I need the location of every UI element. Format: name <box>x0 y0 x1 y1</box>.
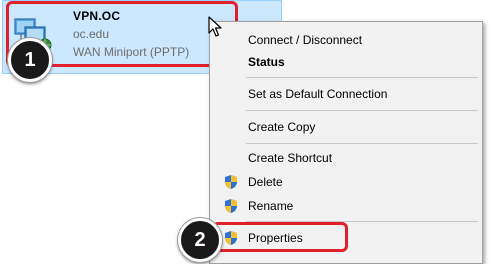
network-connections-window: VPN.OC oc.edu WAN Miniport (PPTP) Connec… <box>0 0 492 264</box>
menu-separator <box>246 110 478 111</box>
uac-shield-icon <box>225 175 237 189</box>
menu-item-rename[interactable]: Rename <box>210 195 482 217</box>
step-2-badge: 2 <box>178 218 222 262</box>
menu-item-label: Status <box>248 55 285 69</box>
menu-separator <box>246 143 478 144</box>
mouse-cursor-icon <box>208 16 222 37</box>
menu-item-label: Rename <box>248 199 294 213</box>
step-1-badge: 1 <box>8 38 52 82</box>
uac-shield-icon <box>225 199 237 213</box>
menu-item-delete[interactable]: Delete <box>210 171 482 193</box>
highlight-box-properties <box>212 222 348 252</box>
menu-item-create-copy[interactable]: Create Copy <box>210 116 482 138</box>
menu-item-set-default[interactable]: Set as Default Connection <box>210 83 482 105</box>
menu-separator <box>246 77 478 78</box>
menu-item-label: Create Shortcut <box>248 151 333 165</box>
menu-item-status[interactable]: Status <box>210 51 482 73</box>
menu-item-label: Set as Default Connection <box>248 87 388 101</box>
menu-item-create-shortcut[interactable]: Create Shortcut <box>210 147 482 169</box>
menu-item-connect-disconnect[interactable]: Connect / Disconnect <box>210 29 482 51</box>
menu-item-label: Delete <box>248 175 283 189</box>
menu-item-label: Connect / Disconnect <box>248 33 363 47</box>
menu-item-label: Create Copy <box>248 120 316 134</box>
